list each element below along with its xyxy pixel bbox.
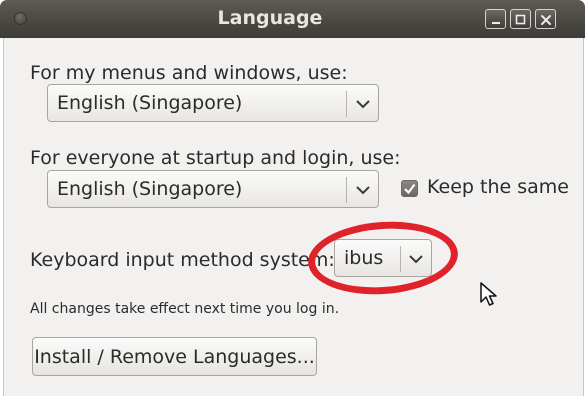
maximize-button[interactable] <box>510 9 531 29</box>
minimize-icon <box>492 22 500 24</box>
menus-language-value: English (Singapore) <box>57 92 243 114</box>
install-remove-languages-label: Install / Remove Languages... <box>34 346 315 368</box>
language-window: Language For my menus and windows, use: … <box>0 0 585 396</box>
startup-language-select[interactable]: English (Singapore) <box>47 170 379 208</box>
mouse-pointer-icon <box>480 282 497 306</box>
logout-notice: All changes take effect next time you lo… <box>30 301 340 317</box>
close-button[interactable] <box>535 9 556 29</box>
keep-same-label[interactable]: Keep the same <box>427 176 569 198</box>
close-icon <box>541 15 551 25</box>
startup-language-label: For everyone at startup and login, use: <box>30 147 401 169</box>
chevron-down-icon <box>356 100 370 109</box>
window-title: Language <box>217 7 323 29</box>
minimize-button[interactable] <box>485 9 506 29</box>
chevron-down-icon <box>356 186 370 195</box>
checkmark-icon <box>404 183 416 195</box>
install-remove-languages-button[interactable]: Install / Remove Languages... <box>32 337 317 376</box>
keep-same-checkbox[interactable] <box>401 180 418 197</box>
startup-language-value: English (Singapore) <box>57 178 243 200</box>
menus-language-label: For my menus and windows, use: <box>30 62 348 84</box>
menus-language-select[interactable]: English (Singapore) <box>47 84 379 122</box>
maximize-icon <box>515 14 526 25</box>
title-bar[interactable]: Language <box>0 0 585 38</box>
input-method-label: Keyboard input method system: <box>30 249 335 271</box>
dialog-body: For my menus and windows, use: English (… <box>3 38 584 396</box>
